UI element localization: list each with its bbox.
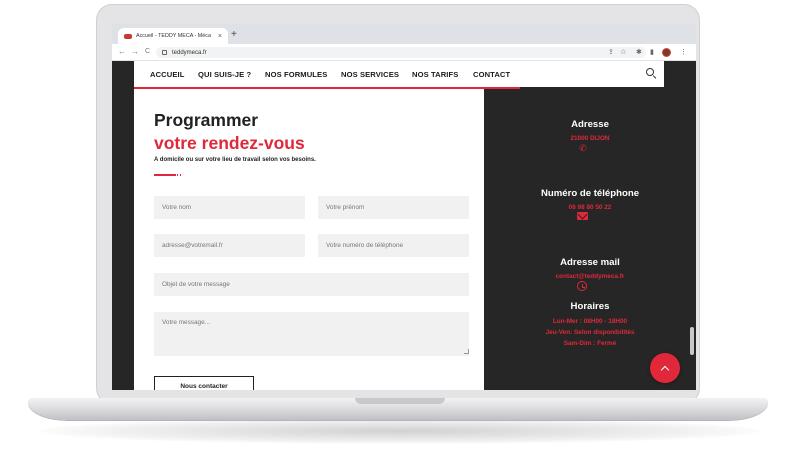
address-title: Adresse [571,119,609,130]
back-icon[interactable]: ← [118,46,126,58]
nav-item-nos-services[interactable]: NOS SERVICES [341,70,399,79]
email-value[interactable]: contact@teddymeca.fr [484,273,696,280]
nav-item-accueil[interactable]: ACCUEIL [150,70,184,79]
sidebar-icon[interactable]: ▮ [650,47,654,58]
firstname-field[interactable] [318,196,469,219]
tab-title: Accueil - TEDDY MECA - Méca [136,33,211,39]
address-value: 21000 DIJON [570,135,610,142]
email-title: Adresse mail [560,257,620,268]
email-field[interactable] [154,234,305,257]
url-text: teddymeca.fr [172,49,207,56]
phone-field[interactable] [318,234,469,257]
form-subtitle: A domicile ou sur votre lieu de travail … [154,157,316,163]
chevron-up-icon [660,365,670,374]
name-field[interactable] [154,196,305,219]
phone-title: Numéro de téléphone [540,188,640,199]
nav-item-contact[interactable]: CONTACT [473,70,510,79]
browser-toolbar: ← → C teddymeca.fr ⇪ ☆ ✱ ▮ ⋮ [112,44,696,61]
mail-icon [577,212,588,220]
favicon-icon [124,33,132,39]
scroll-to-top-button[interactable] [650,353,680,383]
tab-close-icon[interactable]: × [218,33,222,40]
browser-tab-bar: Accueil - TEDDY MECA - Méca × + [112,24,696,44]
menu-icon[interactable]: ⋮ [680,47,687,58]
browser-tab[interactable]: Accueil - TEDDY MECA - Méca × [118,28,228,44]
laptop-notch [355,398,445,404]
address-bar[interactable]: teddymeca.fr [156,47,646,58]
form-heading-line1: Programmer [154,110,259,130]
scrollbar-thumb[interactable] [690,327,694,355]
hours-title: Horaires [570,301,610,312]
site-navbar: ACCUEIL QUI SUIS-JE ? NOS FORMULES NOS S… [134,61,664,89]
submit-button[interactable]: Nous contacter [154,376,254,390]
message-field[interactable] [154,312,469,356]
search-icon[interactable] [646,68,654,76]
accent-divider [154,174,176,176]
share-icon[interactable]: ⇪ [608,47,614,58]
subject-field[interactable] [154,273,469,296]
star-icon[interactable]: ☆ [620,47,626,58]
extensions-icon[interactable]: ✱ [636,47,642,58]
nav-underline [134,87,520,89]
laptop-screen: Accueil - TEDDY MECA - Méca × + ← → C te… [112,24,696,390]
reload-icon[interactable]: C [145,46,150,58]
hours-line-weekdays: Lun-Mer : 08H00 - 18H00 [552,318,628,325]
nav-item-nos-formules[interactable]: NOS FORMULES [265,70,327,79]
web-page: ACCUEIL QUI SUIS-JE ? NOS FORMULES NOS S… [112,61,696,390]
lock-icon [162,50,167,55]
profile-avatar[interactable] [662,48,671,57]
hours-line-weekend: Sam-Dim : Fermé [563,340,617,347]
forward-icon[interactable]: → [131,46,139,58]
new-tab-button[interactable]: + [231,28,237,42]
hours-line-thu-fri: Jeu-Ven: Selon disponibilités [545,329,635,336]
textarea-resize-handle[interactable] [464,349,469,354]
phone-icon: ✆ [579,143,587,153]
phone-value[interactable]: 06 98 80 50 22 [484,204,696,211]
nav-item-qui-suis-je[interactable]: QUI SUIS-JE ? [198,70,251,79]
accent-divider-dots [177,174,181,176]
clock-icon [577,281,587,291]
nav-item-nos-tarifs[interactable]: NOS TARIFS [412,70,458,79]
form-heading-line2: votre rendez-vous [154,133,305,153]
laptop-shadow [40,418,760,444]
left-dark-band [112,61,134,390]
